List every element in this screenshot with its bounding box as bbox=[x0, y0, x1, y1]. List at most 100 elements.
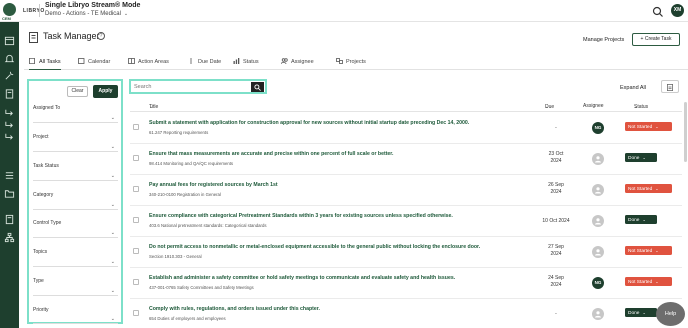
table-row[interactable]: Pay annual fees for registered sources b… bbox=[130, 175, 682, 206]
filter-label: Priority bbox=[33, 307, 49, 313]
chevron-down-icon: ⌄ bbox=[110, 144, 115, 150]
status-dropdown[interactable]: Not Started ⌄ bbox=[625, 184, 672, 193]
due-date-year: 2024 bbox=[550, 189, 562, 195]
task-title[interactable]: Comply with rules, regulations, and orde… bbox=[149, 306, 320, 312]
export-button[interactable] bbox=[661, 80, 679, 93]
user-avatar[interactable]: XM bbox=[671, 4, 684, 17]
due-date-text: 24 Sep bbox=[548, 275, 564, 281]
table-row[interactable]: Comply with rules, regulations, and orde… bbox=[130, 299, 682, 328]
assigned-to-select[interactable]: ⌄ bbox=[33, 113, 118, 123]
tools-icon[interactable] bbox=[4, 70, 15, 81]
task-title[interactable]: Establish and administer a safety commit… bbox=[149, 275, 455, 281]
chevron-down-icon: ⌄ bbox=[110, 288, 115, 294]
chevron-down-icon: ⌄ bbox=[110, 230, 115, 236]
tab-status[interactable]: Status bbox=[233, 58, 259, 70]
row-checkbox[interactable] bbox=[133, 279, 139, 285]
folder-icon[interactable] bbox=[4, 188, 15, 199]
help-icon[interactable]: ? bbox=[97, 32, 105, 40]
filter-label: Assigned To bbox=[33, 105, 61, 111]
bell-icon[interactable] bbox=[4, 53, 15, 64]
project-select[interactable]: ⌄ bbox=[33, 142, 118, 152]
arrow-right-icon[interactable] bbox=[4, 131, 15, 142]
status-label: Not Started bbox=[628, 187, 653, 192]
tab-all-tasks[interactable]: All Tasks bbox=[29, 57, 61, 70]
chevron-down-icon: ⌄ bbox=[545, 104, 550, 110]
assignee-avatar[interactable] bbox=[592, 184, 604, 196]
assignee-avatar[interactable] bbox=[592, 215, 604, 227]
tab-action-areas[interactable]: Action Areas bbox=[128, 58, 169, 70]
row-checkbox[interactable] bbox=[133, 217, 139, 223]
create-task-button[interactable]: + Create Task bbox=[632, 33, 680, 46]
clipboard-icon[interactable] bbox=[4, 88, 15, 99]
task-status-select[interactable]: ⌄ bbox=[33, 171, 118, 181]
task-title[interactable]: Ensure compliance with categorical Pretr… bbox=[149, 213, 453, 219]
table-row[interactable]: Do not permit access to nonmetallic or m… bbox=[130, 237, 682, 268]
tab-calendar[interactable]: Calendar bbox=[78, 58, 110, 70]
grid-icon bbox=[128, 58, 135, 64]
chevron-down-icon: ⌄ bbox=[655, 186, 659, 191]
tab-bar: All Tasks Calendar Action Areas Due Date… bbox=[24, 54, 688, 70]
manage-projects-link[interactable]: Manage Projects bbox=[583, 37, 624, 43]
table-row[interactable]: Submit a statement with application for … bbox=[130, 113, 682, 144]
chevron-down-icon: ⌄ bbox=[642, 217, 646, 222]
status-dropdown[interactable]: Done ⌄ bbox=[625, 153, 657, 162]
status-dropdown[interactable]: Done ⌄ bbox=[625, 308, 657, 317]
table-row[interactable]: Ensure compliance with categorical Pretr… bbox=[130, 206, 682, 237]
filter-label: Task Status bbox=[33, 163, 59, 169]
due-date-text: 27 Sep bbox=[548, 244, 564, 250]
search-input[interactable] bbox=[134, 82, 246, 92]
task-title[interactable]: Ensure that mass measurements are accura… bbox=[149, 151, 393, 157]
status-dropdown[interactable]: Done ⌄ bbox=[625, 215, 657, 224]
topics-select[interactable]: ⌄ bbox=[33, 257, 118, 267]
expand-all-link[interactable]: Expand All bbox=[620, 85, 646, 91]
priority-select[interactable]: ⌄ bbox=[33, 314, 118, 324]
status-label: Done bbox=[628, 311, 640, 316]
table-row[interactable]: Establish and administer a safety commit… bbox=[130, 268, 682, 299]
tab-due-date[interactable]: Due Date bbox=[188, 58, 221, 70]
filter-label: Type bbox=[33, 278, 44, 284]
tab-assignee[interactable]: Assignee bbox=[280, 58, 314, 70]
due-date-year: 2024 bbox=[550, 251, 562, 257]
due-date: 27 Sep 2024 bbox=[528, 244, 584, 258]
calendar-icon[interactable] bbox=[4, 35, 15, 46]
org-chart-icon[interactable] bbox=[4, 232, 15, 243]
row-checkbox[interactable] bbox=[133, 310, 139, 316]
table-row[interactable]: Ensure that mass measurements are accura… bbox=[130, 144, 682, 175]
apply-button[interactable]: Apply bbox=[93, 85, 118, 98]
search-button[interactable] bbox=[251, 82, 264, 92]
arrow-right-icon[interactable] bbox=[4, 119, 15, 130]
status-dropdown[interactable]: Not Started ⌄ bbox=[625, 246, 672, 255]
assignee-avatar[interactable] bbox=[592, 246, 604, 258]
tab-projects[interactable]: Projects bbox=[336, 58, 366, 70]
task-title[interactable]: Do not permit access to nonmetallic or m… bbox=[149, 244, 480, 250]
book-icon[interactable] bbox=[4, 214, 15, 225]
scrollbar[interactable] bbox=[684, 102, 687, 162]
assignee-avatar[interactable]: NG bbox=[592, 277, 604, 289]
stream-selector[interactable]: Demo - Actions - TE Medical ⌄ bbox=[45, 11, 128, 17]
row-checkbox[interactable] bbox=[133, 186, 139, 192]
document-icon bbox=[29, 30, 38, 43]
assignee-avatar[interactable] bbox=[592, 153, 604, 165]
status-dropdown[interactable]: Not Started ⌄ bbox=[625, 277, 672, 286]
assignee-avatar[interactable]: NG bbox=[592, 122, 604, 134]
task-search bbox=[129, 79, 267, 94]
row-checkbox[interactable] bbox=[133, 248, 139, 254]
task-title[interactable]: Submit a statement with application for … bbox=[149, 120, 469, 126]
list-icon[interactable] bbox=[4, 170, 15, 181]
filter-panel: Clear Apply Assigned To ⌄ Project ⌄ Task… bbox=[27, 79, 123, 324]
search-icon[interactable] bbox=[652, 5, 664, 17]
row-checkbox[interactable] bbox=[133, 124, 139, 130]
logo-text: CEM bbox=[2, 16, 11, 21]
type-select[interactable]: ⌄ bbox=[33, 286, 118, 296]
category-select[interactable]: ⌄ bbox=[33, 200, 118, 210]
clear-button[interactable]: Clear bbox=[67, 86, 88, 97]
status-dropdown[interactable]: Not Started ⌄ bbox=[625, 122, 672, 131]
task-reference: 403.6 National pretreatment standards: C… bbox=[149, 223, 267, 228]
task-reference: 98.414 Monitoring and QA/QC requirements bbox=[149, 161, 234, 166]
control-type-select[interactable]: ⌄ bbox=[33, 228, 118, 238]
arrow-right-icon[interactable] bbox=[4, 107, 15, 118]
assignee-avatar[interactable] bbox=[592, 308, 604, 320]
row-checkbox[interactable] bbox=[133, 155, 139, 161]
task-title[interactable]: Pay annual fees for registered sources b… bbox=[149, 182, 278, 188]
help-button[interactable]: Help bbox=[656, 302, 685, 326]
